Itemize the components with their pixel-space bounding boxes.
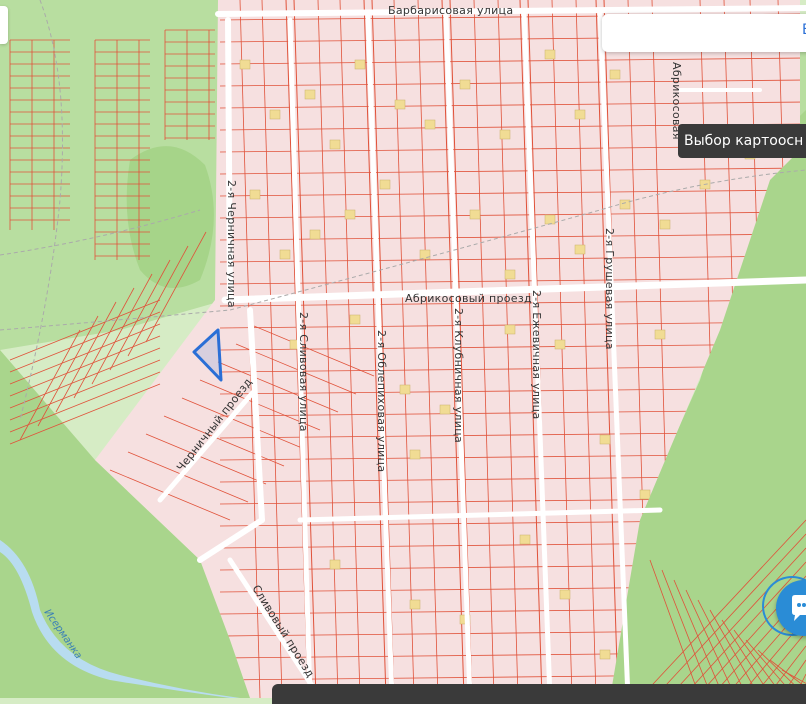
chat-bubble-icon [792, 595, 806, 621]
street-label-klubnichnaya-2: 2-я Клубничная улица [452, 308, 465, 443]
building [249, 189, 261, 200]
building [574, 244, 586, 255]
building [419, 249, 431, 260]
street-label-grushevaya-2: 2-я Грушевая улица [603, 228, 616, 350]
building [329, 139, 341, 150]
building [469, 209, 481, 220]
building [654, 329, 666, 340]
building [519, 534, 531, 545]
street-label-abrikosovy-proezd: Абрикосовый проезд [405, 292, 532, 305]
building [499, 129, 511, 140]
map-canvas[interactable]: Исерманка Барбарисовая улица Абрикосовый… [0, 0, 806, 698]
building [329, 559, 341, 570]
search-input[interactable]: Е [602, 14, 806, 52]
street-label-oblepikhovaya-2: 2-я Облепиховая улица [375, 330, 388, 472]
bottom-info-bar [272, 684, 806, 704]
building [504, 324, 516, 335]
building [599, 434, 611, 445]
building [354, 59, 366, 70]
building [459, 79, 471, 90]
building [559, 589, 571, 600]
street-label-chernichnaya-2: 2-я Черничная улица [225, 180, 238, 308]
street-label-barbarisovaya: Барбарисовая улица [388, 4, 513, 17]
building [659, 219, 671, 230]
building [424, 119, 436, 130]
left-panel-toggle[interactable] [0, 6, 8, 44]
building [409, 599, 421, 610]
street-label-slivovaya-2: 2-я Сливовая улица [297, 312, 310, 432]
building [269, 109, 281, 120]
building [544, 49, 556, 60]
building [599, 649, 611, 660]
building [554, 339, 566, 350]
building [349, 314, 361, 325]
building [399, 384, 411, 395]
basemap-tooltip-text: Выбор картоосн [684, 133, 804, 149]
basemap-tooltip: Выбор картоосн [678, 124, 806, 158]
building [279, 249, 291, 260]
building [544, 214, 556, 225]
building [639, 489, 651, 500]
street-label-ezhevichnaya-2: 2-я Ежевичная улица [530, 290, 543, 420]
search-input-text: Е [802, 22, 806, 38]
building [344, 209, 356, 220]
building [439, 404, 451, 415]
building [504, 269, 516, 280]
building [309, 229, 321, 240]
building [574, 109, 586, 120]
building [619, 199, 631, 210]
building [394, 99, 406, 110]
building [409, 449, 421, 460]
building [239, 59, 251, 70]
building [609, 69, 621, 80]
building [304, 89, 316, 100]
building [379, 179, 391, 190]
